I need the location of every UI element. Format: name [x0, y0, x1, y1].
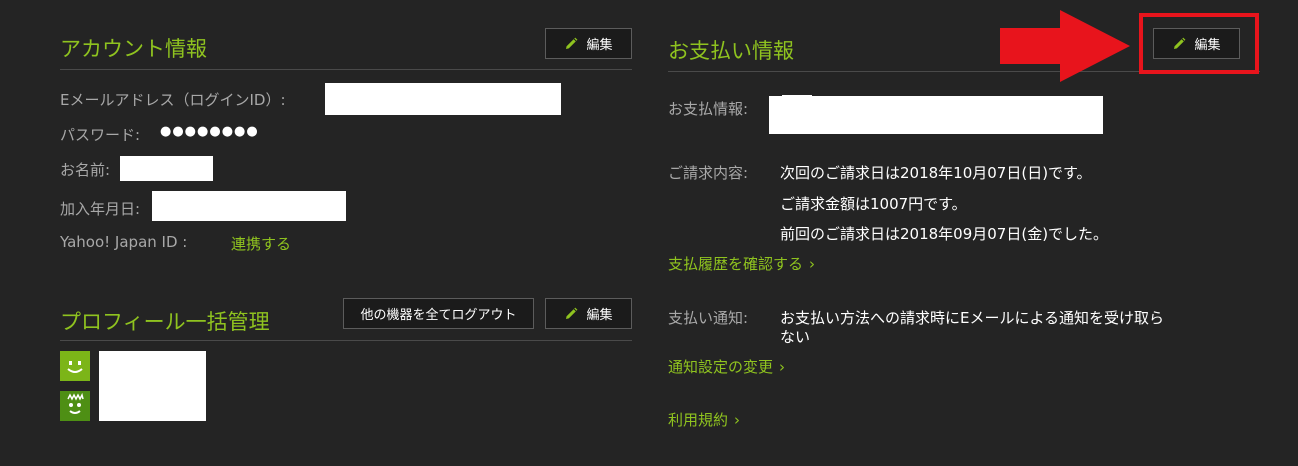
- profile-divider: [60, 340, 632, 341]
- pencil-icon: [566, 37, 578, 49]
- notify-settings-label: 通知設定の変更: [668, 358, 774, 376]
- terms-link[interactable]: 利用規約 ›: [668, 409, 740, 430]
- email-label: Eメールアドレス（ログインID）:: [60, 91, 286, 109]
- yahoo-id-label: Yahoo! Japan ID :: [60, 233, 188, 251]
- smile-face-icon: [60, 351, 90, 381]
- email-value-redacted: [325, 83, 561, 115]
- joined-date-label: 加入年月日:: [60, 200, 141, 218]
- password-value: ●●●●●●●●: [160, 124, 259, 139]
- payment-info-label: お支払情報:: [668, 100, 749, 118]
- notify-settings-link[interactable]: 通知設定の変更 ›: [668, 356, 785, 377]
- notify-text-line1: お支払い方法への請求時にEメールによる通知を受け取ら: [780, 309, 1165, 327]
- profile-section-title: プロフィール一括管理: [60, 310, 270, 334]
- yahoo-link-button[interactable]: 連携する: [231, 233, 291, 254]
- profile-avatar-smile[interactable]: [60, 351, 90, 381]
- chevron-right-icon: ›: [779, 358, 786, 376]
- account-section-title: アカウント情報: [60, 37, 207, 61]
- chevron-right-icon: ›: [809, 255, 816, 273]
- payment-info-redacted: [769, 96, 1103, 134]
- notify-text-line2: ない: [780, 328, 811, 346]
- billing-next-date: 次回のご請求日は2018年10月07日(日)です。: [780, 164, 1092, 182]
- notify-label: 支払い通知:: [668, 309, 749, 327]
- spiky-hair-face-icon: [60, 391, 90, 421]
- name-label: お名前:: [60, 161, 111, 179]
- password-label: パスワード:: [60, 126, 141, 144]
- billing-amount: ご請求金額は1007円です。: [780, 195, 967, 213]
- billing-label: ご請求内容:: [668, 164, 749, 182]
- terms-label: 利用規約: [668, 411, 729, 429]
- joined-date-redacted: [152, 191, 346, 221]
- payment-history-link[interactable]: 支払履歴を確認する ›: [668, 253, 815, 274]
- name-value-redacted: [120, 156, 213, 181]
- account-divider: [60, 69, 632, 70]
- account-edit-label: 編集: [586, 38, 613, 53]
- profile-names-redacted: [99, 351, 206, 421]
- profile-edit-button[interactable]: 編集: [545, 298, 632, 329]
- pencil-icon: [566, 307, 578, 319]
- profile-avatar-spiky[interactable]: [60, 391, 90, 421]
- logout-all-devices-button[interactable]: 他の機器を全てログアウト: [343, 298, 534, 329]
- red-arrow-annotation-icon: [1000, 10, 1130, 82]
- chevron-right-icon: ›: [734, 411, 741, 429]
- highlight-box-annotation: [1139, 13, 1259, 74]
- profile-edit-label: 編集: [586, 308, 613, 323]
- payment-section-title: お支払い情報: [668, 39, 794, 63]
- payment-history-label: 支払履歴を確認する: [668, 255, 804, 273]
- billing-previous-date: 前回のご請求日は2018年09月07日(金)でした。: [780, 225, 1109, 243]
- account-edit-button[interactable]: 編集: [545, 28, 632, 59]
